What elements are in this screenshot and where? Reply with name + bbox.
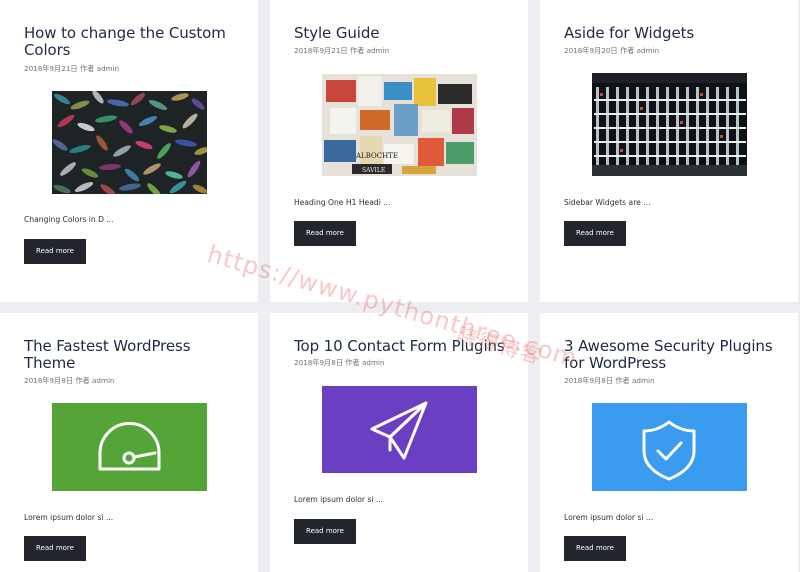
post-date: 2018年9月8日: [294, 358, 344, 367]
post-meta: 2018年9月8日 作者 admin: [564, 376, 655, 386]
post-date: 2018年9月21日: [294, 46, 348, 55]
post-author[interactable]: admin: [632, 376, 655, 385]
post-card: 3 Awesome Security Plugins for WordPress…: [540, 313, 798, 572]
post-title[interactable]: How to change the Custom Colors: [24, 25, 246, 59]
post-date: 2018年9月20日: [564, 46, 618, 55]
read-more-button[interactable]: Read more: [24, 239, 86, 264]
post-card: Top 10 Contact Form Plugins 2018年9月8日 作者…: [270, 313, 528, 572]
post-thumbnail[interactable]: [52, 91, 207, 194]
post-by: 作者: [75, 376, 90, 385]
post-date: 2018年9月8日: [564, 376, 614, 385]
post-by: 作者: [615, 376, 630, 385]
post-author[interactable]: admin: [97, 64, 120, 73]
read-more-button[interactable]: Read more: [564, 221, 626, 246]
post-author[interactable]: admin: [92, 376, 115, 385]
read-more-button[interactable]: Read more: [294, 221, 356, 246]
post-thumbnail[interactable]: [322, 386, 477, 473]
post-by: 作者: [345, 358, 360, 367]
post-card: Aside for Widgets 2018年9月20日 作者 admin Si…: [540, 0, 798, 302]
post-excerpt: Changing Colors in D ...: [24, 215, 114, 224]
post-card: The Fastest WordPress Theme 2018年9月8日 作者…: [0, 313, 258, 572]
post-meta: 2018年9月21日 作者 admin: [24, 64, 119, 74]
post-author[interactable]: admin: [362, 358, 385, 367]
read-more-button[interactable]: Read more: [24, 536, 86, 561]
post-by: 作者: [349, 46, 365, 55]
post-title[interactable]: The Fastest WordPress Theme: [24, 338, 246, 372]
post-excerpt: Lorem ipsum dolor si ...: [294, 495, 384, 504]
post-date: 2018年9月8日: [24, 376, 74, 385]
post-meta: 2018年9月20日 作者 admin: [564, 46, 659, 56]
speedometer-icon: [98, 422, 161, 471]
post-meta: 2018年9月8日 作者 admin: [24, 376, 115, 386]
post-excerpt: Heading One H1 Headi ...: [294, 198, 391, 207]
post-card: How to change the Custom Colors 2018年9月2…: [0, 0, 258, 302]
read-more-button[interactable]: Read more: [564, 536, 626, 561]
post-title[interactable]: Top 10 Contact Form Plugins: [294, 338, 516, 355]
post-thumbnail[interactable]: [592, 73, 747, 176]
read-more-button[interactable]: Read more: [294, 519, 356, 544]
post-title[interactable]: Style Guide: [294, 25, 516, 42]
post-excerpt: Lorem ipsum dolor si ...: [564, 513, 654, 522]
paper-plane-icon: [370, 401, 428, 460]
post-excerpt: Sidebar Widgets are ...: [564, 198, 651, 207]
post-author[interactable]: admin: [637, 46, 660, 55]
post-by: 作者: [619, 46, 635, 55]
post-meta: 2018年9月8日 作者 admin: [294, 358, 385, 368]
post-excerpt: Lorem ipsum dolor si ...: [24, 513, 114, 522]
svg-text:ALBOCHTE: ALBOCHTE: [355, 152, 398, 160]
svg-text:SAVILE: SAVILE: [362, 167, 385, 174]
post-thumbnail[interactable]: [52, 403, 207, 491]
post-date: 2018年9月21日: [24, 64, 78, 73]
post-meta: 2018年9月21日 作者 admin: [294, 46, 389, 56]
post-card: Style Guide 2018年9月21日 作者 admin ALBOCHTE: [270, 0, 528, 302]
post-author[interactable]: admin: [367, 46, 390, 55]
post-by: 作者: [79, 64, 95, 73]
post-title[interactable]: 3 Awesome Security Plugins for WordPress: [564, 338, 786, 372]
post-thumbnail[interactable]: ALBOCHTE SAVILE: [322, 74, 477, 176]
shield-check-icon: [642, 420, 696, 481]
post-thumbnail[interactable]: [592, 403, 747, 491]
post-title[interactable]: Aside for Widgets: [564, 25, 786, 42]
